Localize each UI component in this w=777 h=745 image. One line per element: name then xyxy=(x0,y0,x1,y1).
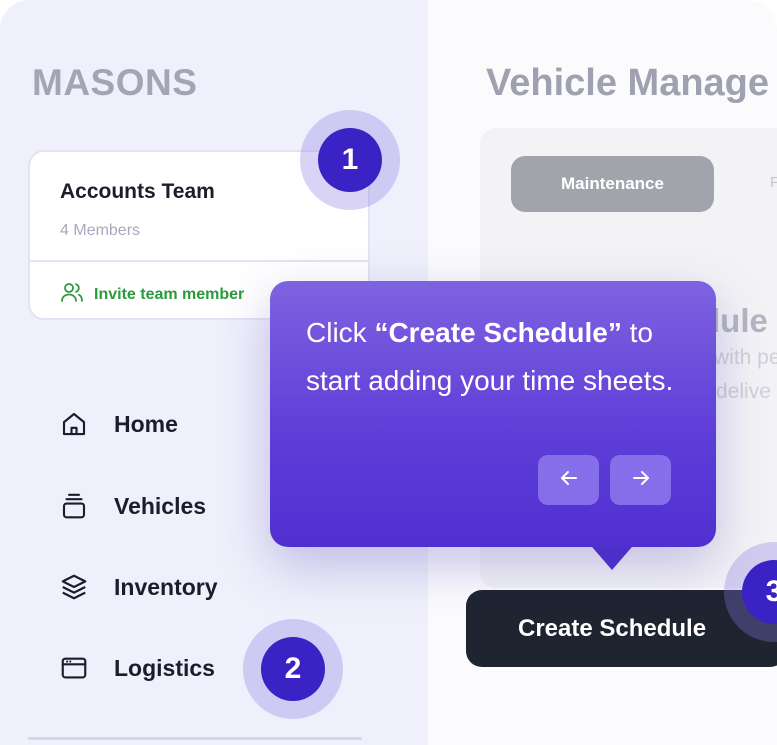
team-card-divider xyxy=(30,260,368,262)
invite-label: Invite team member xyxy=(94,285,245,303)
sidebar-item-label: Inventory xyxy=(114,573,218,600)
layers-icon xyxy=(58,571,90,603)
vehicles-icon xyxy=(58,490,90,522)
team-name: Accounts Team xyxy=(60,180,215,203)
tooltip-highlight: “Create Schedule” xyxy=(374,317,622,348)
sidebar-item-inventory[interactable]: Inventory xyxy=(58,571,218,603)
tab-maintenance[interactable]: Maintenance xyxy=(511,156,714,212)
step-number: 1 xyxy=(318,128,382,192)
section-text-line: delive xyxy=(716,380,771,403)
home-icon xyxy=(58,408,90,440)
step-badge-1: 1 xyxy=(300,110,400,210)
tooltip-text-prefix: Click xyxy=(306,317,375,348)
sidebar-item-label: Logistics xyxy=(114,654,215,681)
section-text-line: with pe xyxy=(714,346,777,369)
team-members-count: 4 Members xyxy=(60,222,141,239)
arrow-right-icon xyxy=(629,466,653,495)
app-window: MASONS Accounts Team 4 Members Invite te… xyxy=(0,0,777,745)
sidebar-item-logistics[interactable]: Logistics xyxy=(58,652,215,684)
tooltip-prev-button[interactable] xyxy=(538,455,599,505)
sidebar-divider xyxy=(28,737,362,740)
step-number: 2 xyxy=(261,637,325,701)
onboarding-tooltip: Click “Create Schedule” to start adding … xyxy=(270,281,716,547)
brand-logo-text: MASONS xyxy=(32,62,198,103)
step-badge-2: 2 xyxy=(243,619,343,719)
page-title: Vehicle Manage xyxy=(486,62,770,104)
arrow-left-icon xyxy=(557,466,581,495)
sidebar-item-label: Home xyxy=(114,410,178,437)
step-number: 3 xyxy=(742,560,777,624)
sidebar-item-home[interactable]: Home xyxy=(58,408,178,440)
invite-team-member-button[interactable]: Invite team member xyxy=(60,280,244,309)
tab-next[interactable]: F xyxy=(770,174,777,191)
browser-window-icon xyxy=(58,652,90,684)
sidebar-item-vehicles[interactable]: Vehicles xyxy=(58,490,206,522)
tooltip-message: Click “Create Schedule” to start adding … xyxy=(306,309,696,405)
users-icon xyxy=(60,280,84,309)
tooltip-next-button[interactable] xyxy=(610,455,671,505)
sidebar-item-label: Vehicles xyxy=(114,492,207,519)
